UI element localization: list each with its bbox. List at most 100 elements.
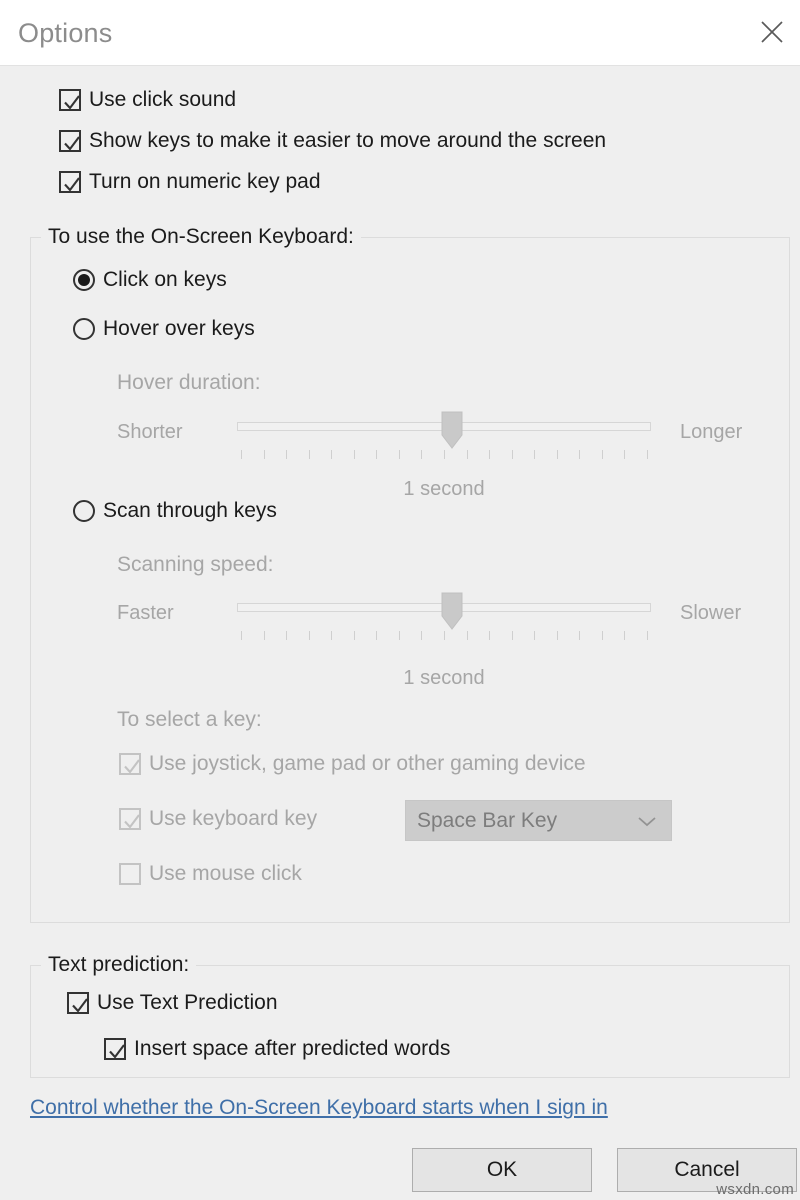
check-icon <box>72 998 88 1013</box>
slider-tick <box>398 631 400 640</box>
checkbox-box <box>119 808 141 830</box>
window-title: Options <box>18 18 113 48</box>
checkbox-use-mouse-click[interactable]: Use mouse click <box>119 862 302 886</box>
check-icon <box>124 814 140 829</box>
slider-thumb[interactable] <box>440 411 464 449</box>
slider-tick <box>647 450 648 459</box>
check-icon <box>109 1044 125 1059</box>
radio-click-on-keys[interactable]: Click on keys <box>73 268 227 292</box>
slider-tick <box>579 450 581 459</box>
close-icon <box>759 19 785 45</box>
slider-tick <box>489 450 491 459</box>
slider-thumb[interactable] <box>440 592 464 630</box>
checkbox-label: Use joystick, game pad or other gaming d… <box>149 752 586 775</box>
radio-label: Scan through keys <box>103 499 277 522</box>
hover-duration-value: 1 second <box>403 478 485 500</box>
slider-tick <box>421 450 423 459</box>
slider-tick <box>308 631 310 640</box>
checkbox-label: Show keys to make it easier to move arou… <box>89 129 607 152</box>
dropdown-value: Space Bar Key <box>417 808 558 832</box>
slider-tick <box>353 450 355 459</box>
hover-duration-heading: Hover duration: <box>117 371 261 394</box>
radio-scan-through-keys[interactable]: Scan through keys <box>73 499 277 523</box>
scanning-speed-slider[interactable] <box>237 577 651 649</box>
check-icon <box>124 759 140 774</box>
slider-tick <box>511 631 513 640</box>
checkbox-label: Use keyboard key <box>149 807 318 830</box>
hover-slider-max-label: Longer <box>680 421 743 443</box>
slider-ticks <box>237 631 651 640</box>
checkbox-use-text-prediction[interactable]: Use Text Prediction <box>67 991 278 1015</box>
hover-duration-slider[interactable] <box>237 396 651 468</box>
checkbox-use-keyboard-key[interactable]: Use keyboard key <box>119 807 317 831</box>
slider-tick <box>376 450 378 459</box>
keyboard-key-dropdown[interactable]: Space Bar Key <box>405 800 672 841</box>
checkbox-show-keys[interactable]: Show keys to make it easier to move arou… <box>59 129 606 153</box>
scanning-speed-heading: Scanning speed: <box>117 553 274 576</box>
slider-tick <box>263 450 265 459</box>
radio-hover-over-keys[interactable]: Hover over keys <box>73 317 255 341</box>
slider-tick <box>263 631 265 640</box>
slider-tick <box>624 631 626 640</box>
slider-tick <box>308 450 310 459</box>
checkbox-box <box>104 1038 126 1060</box>
slider-tick <box>241 631 242 640</box>
radio-circle <box>73 500 95 522</box>
slider-tick <box>556 631 558 640</box>
slider-tick <box>556 450 558 459</box>
slider-tick <box>286 450 288 459</box>
checkbox-numeric-keypad[interactable]: Turn on numeric key pad <box>59 170 321 194</box>
checkbox-use-click-sound[interactable]: Use click sound <box>59 88 236 112</box>
checkbox-label: Use Text Prediction <box>97 991 278 1014</box>
slider-tick <box>511 450 513 459</box>
slider-tick <box>466 450 468 459</box>
slider-tick <box>601 450 603 459</box>
groupbox-onscreen-keyboard-legend: To use the On-Screen Keyboard: <box>41 226 361 248</box>
radio-circle <box>73 318 95 340</box>
checkbox-label: Use click sound <box>89 88 237 111</box>
radio-dot <box>78 274 90 286</box>
scanning-speed-value: 1 second <box>403 667 485 689</box>
watermark: wsxdn.com <box>716 1181 794 1198</box>
slider-tick <box>534 450 536 459</box>
slider-tick <box>331 631 333 640</box>
title-bar: Options <box>0 0 800 66</box>
slider-tick <box>241 450 242 459</box>
dialog-body: Use click sound Show keys to make it eas… <box>0 66 800 1200</box>
slider-tick <box>534 631 536 640</box>
checkbox-insert-space[interactable]: Insert space after predicted words <box>104 1037 450 1061</box>
chevron-down-icon <box>637 815 657 827</box>
ok-button[interactable]: OK <box>412 1148 592 1192</box>
slider-tick <box>421 631 423 640</box>
checkbox-box <box>59 130 81 152</box>
hover-slider-min-label: Shorter <box>117 421 183 443</box>
groupbox-text-prediction-legend: Text prediction: <box>41 954 197 976</box>
slider-tick <box>444 631 445 640</box>
checkbox-label: Insert space after predicted words <box>134 1037 451 1060</box>
select-a-key-heading: To select a key: <box>117 708 262 731</box>
scanning-slider-min-label: Faster <box>117 602 174 624</box>
checkbox-box <box>67 992 89 1014</box>
slider-tick <box>489 631 491 640</box>
check-icon <box>64 177 80 192</box>
checkbox-box <box>119 863 141 885</box>
checkbox-box <box>59 171 81 193</box>
slider-tick <box>466 631 468 640</box>
slider-tick <box>624 450 626 459</box>
checkbox-use-joystick[interactable]: Use joystick, game pad or other gaming d… <box>119 752 586 776</box>
slider-tick <box>579 631 581 640</box>
checkbox-label: Use mouse click <box>149 862 302 885</box>
radio-label: Hover over keys <box>103 317 255 340</box>
checkbox-box <box>119 753 141 775</box>
slider-tick <box>444 450 445 459</box>
check-icon <box>64 136 80 151</box>
checkbox-label: Turn on numeric key pad <box>89 170 321 193</box>
check-icon <box>64 95 80 110</box>
close-button[interactable] <box>744 0 800 64</box>
slider-ticks <box>237 450 651 459</box>
checkbox-box <box>59 89 81 111</box>
slider-tick <box>331 450 333 459</box>
slider-tick <box>398 450 400 459</box>
control-startup-link[interactable]: Control whether the On-Screen Keyboard s… <box>30 1096 608 1120</box>
radio-circle <box>73 269 95 291</box>
